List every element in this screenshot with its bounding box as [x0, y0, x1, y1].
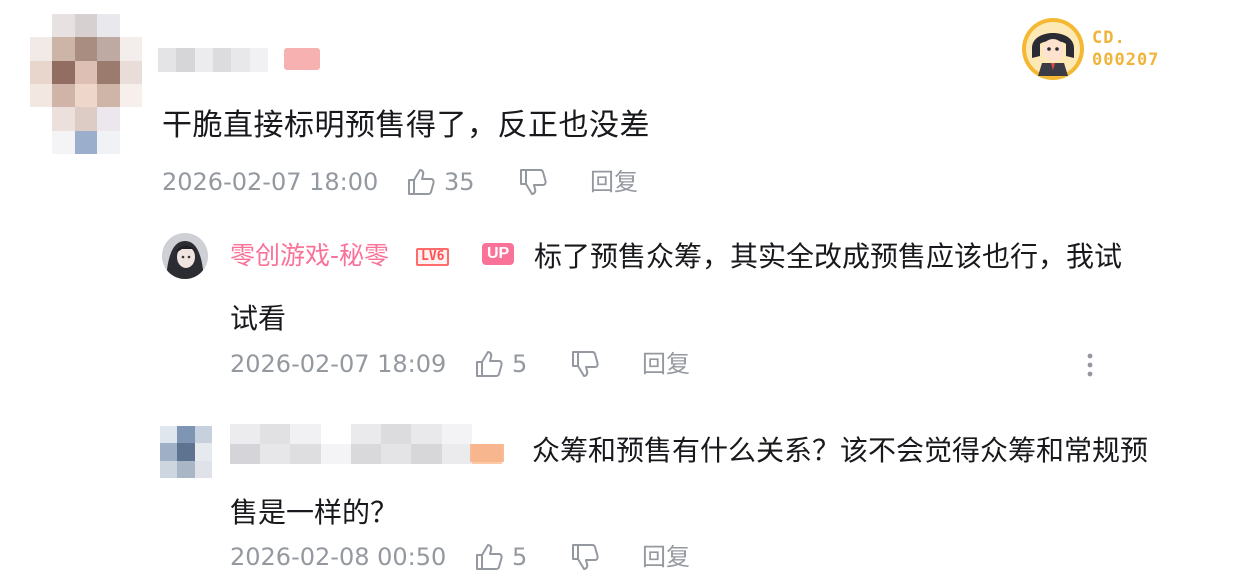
like-count: 5: [512, 543, 528, 571]
thumbs-down-icon: [570, 350, 600, 378]
thumbs-down-icon: [518, 168, 548, 196]
comment-timestamp: 2026-02-07 18:00: [162, 168, 379, 196]
reply-text: 标了预售众筹，其实全改成预售应该也行，我试 试看: [230, 226, 1190, 350]
reply-text-line2: 试看: [230, 302, 287, 335]
dislike-button[interactable]: [570, 543, 600, 571]
like-count: 5: [512, 350, 528, 378]
badge-label-line1: CD.: [1092, 28, 1126, 48]
comment-text: 干脆直接标明预售得了，反正也没差: [162, 108, 650, 143]
reply-text-line1: 众筹和预售有什么关系？该不会觉得众筹和常规预: [532, 434, 1149, 467]
like-button[interactable]: 35: [406, 166, 475, 198]
reply-label: 回复: [590, 168, 638, 196]
thumbs-up-icon: [406, 168, 436, 196]
like-button[interactable]: 5: [474, 541, 527, 573]
reply-button[interactable]: 回复: [642, 348, 690, 380]
profile-decoration-badge: CD. 000207: [1022, 18, 1182, 82]
thumbs-up-icon: [474, 543, 504, 571]
reply-avatar[interactable]: [162, 233, 208, 279]
more-vertical-icon: [1087, 353, 1093, 377]
thumbs-down-icon: [570, 543, 600, 571]
decoration-avatar-icon: [1022, 18, 1084, 80]
reply-label: 回复: [642, 543, 690, 571]
reply-text-line1: 标了预售众筹，其实全改成预售应该也行，我试: [534, 240, 1123, 273]
reply-avatar-blurred[interactable]: [160, 426, 212, 478]
reply-text-line2: 售是一样的？: [230, 496, 399, 529]
reply-label: 回复: [642, 350, 690, 378]
dislike-button[interactable]: [518, 168, 548, 196]
reply-button[interactable]: 回复: [590, 166, 638, 198]
thumbs-up-icon: [474, 350, 504, 378]
reply-timestamp: 2026-02-07 18:09: [230, 350, 447, 378]
reply-button[interactable]: 回复: [642, 541, 690, 573]
avatar-blurred[interactable]: [30, 14, 142, 154]
reply-text: 众筹和预售有什么关系？该不会觉得众筹和常规预 售是一样的？: [230, 420, 1210, 544]
level-badge-blurred: [284, 48, 320, 70]
like-button[interactable]: 5: [474, 348, 527, 380]
badge-label-line2: 000207: [1092, 50, 1160, 70]
more-options-button[interactable]: [1080, 350, 1100, 380]
reply-timestamp: 2026-02-08 00:50: [230, 543, 447, 571]
like-count: 35: [444, 168, 475, 196]
dislike-button[interactable]: [570, 350, 600, 378]
username-blurred[interactable]: [158, 48, 268, 72]
